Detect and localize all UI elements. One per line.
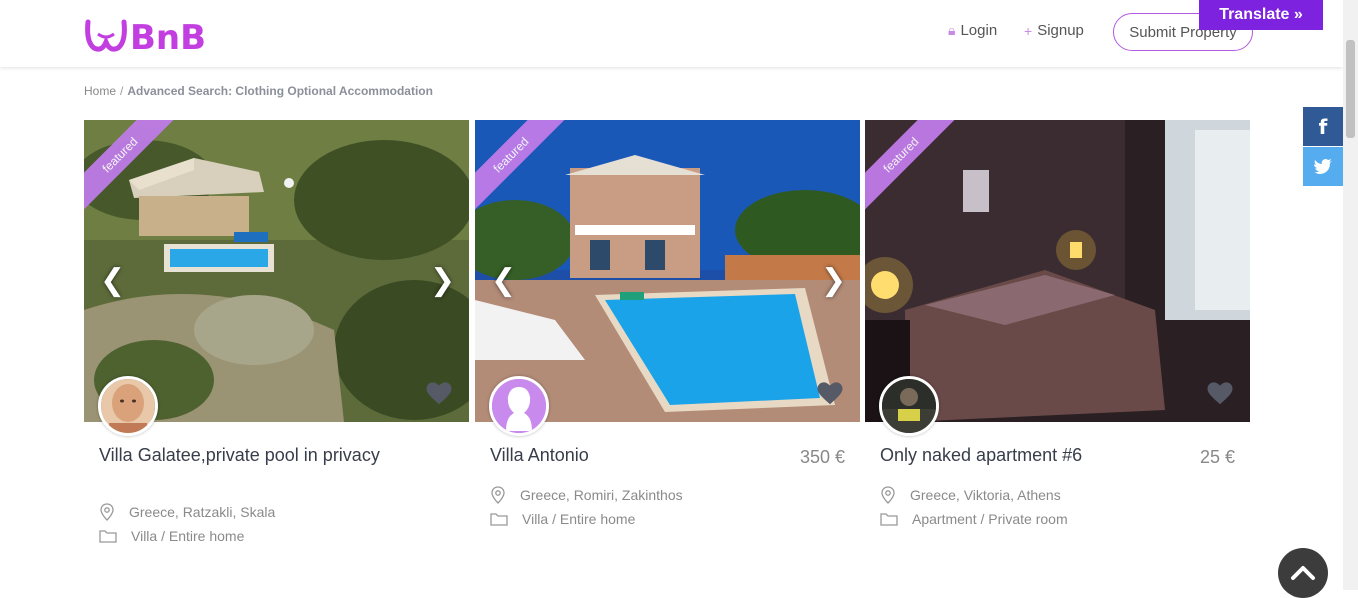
- host-avatar[interactable]: [879, 376, 939, 436]
- listing-category: Villa / Entire home: [99, 528, 244, 544]
- breadcrumb: Home / Advanced Search: Clothing Optional …: [84, 84, 433, 98]
- login-label: Login: [960, 22, 998, 39]
- login-link[interactable]: 🔒︎ Login: [948, 22, 997, 39]
- back-to-top-button[interactable]: [1278, 548, 1328, 598]
- host-photo: [101, 379, 155, 433]
- site-header: BnB 🔒︎ Login + Signup Submit Property: [0, 0, 1343, 67]
- category-text: Villa / Entire home: [522, 511, 636, 527]
- folder-icon: [880, 513, 898, 526]
- listing-title[interactable]: Villa Galatee,private pool in privacy: [99, 446, 389, 465]
- listing-card[interactable]: featured Only naked apartment #6 25 € Gr…: [865, 120, 1250, 560]
- listing-photo[interactable]: featured: [865, 120, 1250, 422]
- location-text: Greece, Ratzakli, Skala: [129, 504, 276, 520]
- listing-location: Greece, Romiri, Zakinthos: [490, 486, 683, 504]
- breadcrumb-current: Advanced Search: Clothing Optional Accom…: [127, 84, 433, 98]
- location-text: Greece, Romiri, Zakinthos: [520, 487, 683, 503]
- breadcrumb-separator: /: [120, 84, 124, 98]
- facebook-share-button[interactable]: f: [1303, 107, 1343, 146]
- breadcrumb-home[interactable]: Home: [84, 84, 116, 98]
- listing-photo[interactable]: featured ❮ ❯: [84, 120, 469, 422]
- logo-graphic: BnB: [85, 18, 206, 56]
- bedroom-photo: [865, 120, 1250, 422]
- listing-location: Greece, Viktoria, Athens: [880, 486, 1061, 504]
- map-pin-icon: [491, 486, 505, 504]
- host-avatar[interactable]: [489, 376, 549, 436]
- twitter-icon: [1314, 159, 1332, 174]
- facebook-icon: f: [1318, 114, 1328, 139]
- lock-icon: 🔒︎: [948, 22, 956, 38]
- listing-price: 25 €: [1199, 447, 1235, 467]
- listing-card[interactable]: featured ❮ ❯ Villa Galatee,private pool …: [84, 120, 469, 560]
- prev-photo-arrow-icon[interactable]: ❮: [491, 263, 516, 298]
- listing-photo[interactable]: featured ❮ ❯: [475, 120, 860, 422]
- heart-icon[interactable]: [815, 378, 845, 408]
- svg-text:BnB: BnB: [130, 18, 206, 56]
- signup-label: Signup: [1037, 22, 1084, 39]
- listing-title[interactable]: Villa Antonio: [490, 446, 780, 465]
- map-pin-icon: [881, 486, 895, 504]
- villa-aerial-photo: [84, 120, 469, 422]
- signup-link[interactable]: + Signup: [1024, 22, 1084, 39]
- listing-category: Villa / Entire home: [490, 511, 635, 527]
- host-photo: [882, 379, 936, 433]
- villa-pool-photo: [475, 120, 860, 422]
- translate-button[interactable]: Translate »: [1199, 0, 1323, 30]
- folder-icon: [99, 530, 117, 543]
- default-user-icon: [492, 379, 546, 433]
- category-text: Apartment / Private room: [912, 511, 1068, 527]
- host-avatar[interactable]: [98, 376, 158, 436]
- listing-price: 350 €: [799, 447, 845, 467]
- category-text: Villa / Entire home: [131, 528, 245, 544]
- listing-location: Greece, Ratzakli, Skala: [99, 503, 275, 521]
- twitter-share-button[interactable]: t: [1303, 147, 1343, 186]
- next-photo-arrow-icon[interactable]: ❯: [821, 263, 846, 298]
- page-scrollbar[interactable]: [1343, 0, 1358, 590]
- map-pin-icon: [100, 503, 114, 521]
- heart-icon[interactable]: [424, 378, 454, 408]
- heart-icon[interactable]: [1205, 378, 1235, 408]
- listing-card[interactable]: featured ❮ ❯ Villa Antonio 350 € Greece,…: [475, 120, 860, 560]
- scrollbar-thumb[interactable]: [1346, 40, 1355, 138]
- folder-icon: [490, 513, 508, 526]
- next-photo-arrow-icon[interactable]: ❯: [430, 263, 455, 298]
- listing-category: Apartment / Private room: [880, 511, 1068, 527]
- listing-title[interactable]: Only naked apartment #6: [880, 446, 1170, 465]
- prev-photo-arrow-icon[interactable]: ❮: [100, 263, 125, 298]
- plus-icon: +: [1024, 22, 1033, 39]
- chevron-up-icon: [1291, 566, 1315, 580]
- site-logo[interactable]: BnB: [84, 12, 222, 56]
- location-text: Greece, Viktoria, Athens: [910, 487, 1061, 503]
